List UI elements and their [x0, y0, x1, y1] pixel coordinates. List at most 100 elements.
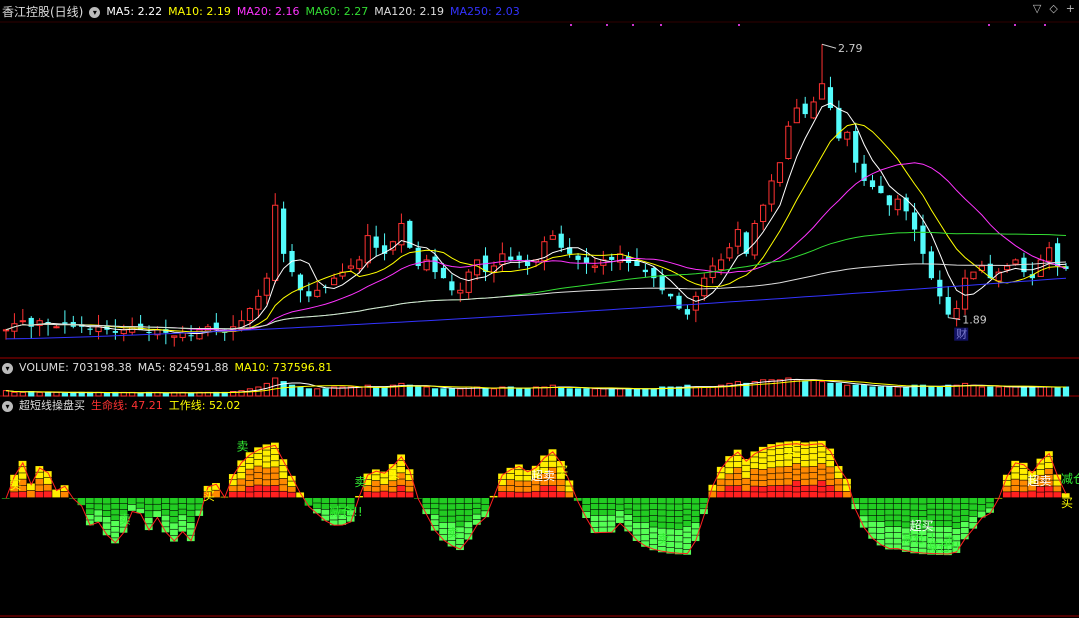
indicator-block [733, 473, 742, 480]
indicator-block [422, 498, 431, 503]
marker-dot [606, 24, 608, 26]
volume-bar [574, 388, 582, 397]
indicator-block [683, 532, 692, 538]
indicator-block [775, 485, 784, 492]
indicator-block [809, 472, 818, 479]
indicator-block [472, 508, 481, 514]
indicator-block [935, 515, 944, 521]
candle-body [642, 269, 648, 273]
indicator-block [935, 498, 944, 504]
indicator-block [977, 504, 986, 511]
indicator-block [464, 522, 473, 528]
indicator-block [944, 503, 952, 509]
indicator-block [590, 521, 599, 528]
candle-body [1012, 259, 1019, 265]
indicator-block [758, 486, 767, 492]
indicator-block [859, 504, 868, 510]
diamond-icon[interactable]: ◇ [1049, 2, 1057, 16]
candle-body [810, 101, 817, 119]
indicator-block [371, 475, 380, 481]
stock-chart[interactable]: 2.791.89财买卖买卖减仓!!卖买卖超卖买卖买超买减仓!!减仓!!卖超卖买减… [0, 0, 1079, 618]
marker-dot [1044, 24, 1046, 26]
candle-body [734, 229, 742, 247]
indicator-block [767, 492, 776, 498]
indicator-block [666, 522, 675, 529]
indicator-block [666, 498, 675, 504]
vol-ma10-value: MA10: 737596.81 [234, 361, 333, 374]
indicator-block [750, 480, 759, 486]
indicator-block [750, 468, 759, 475]
indicator-block [271, 454, 279, 461]
indicator-block [506, 479, 515, 486]
indicator-block [481, 504, 490, 511]
indicator-block [363, 491, 372, 498]
candle [339, 263, 346, 280]
indicator-block [1002, 492, 1011, 498]
ma120-legend: MA120: 2.19 [374, 5, 444, 18]
indicator-block [624, 503, 633, 509]
indicator-block [893, 521, 902, 527]
candle [709, 257, 716, 284]
indicator-block [27, 490, 35, 498]
indicator-block [868, 509, 877, 516]
indicator-block [944, 515, 952, 521]
indicator-block [531, 491, 540, 498]
indicator-block [733, 467, 742, 474]
indicator-block [801, 491, 809, 498]
candle-body [306, 291, 312, 297]
indicator-block [750, 486, 759, 492]
candle [625, 251, 632, 272]
indicator-block [85, 503, 94, 509]
signal-label: 卖 [657, 532, 669, 546]
indicator-block [683, 509, 692, 515]
indicator-block [161, 515, 170, 521]
plus-icon[interactable]: + [1066, 2, 1075, 16]
indicator-block [784, 466, 792, 473]
indicator-block [178, 520, 187, 526]
indicator-block [641, 522, 649, 529]
indicator-block [817, 446, 826, 452]
indicator-block [430, 509, 439, 515]
indicator-block [540, 485, 549, 492]
dropdown-icon[interactable]: ▾ [2, 400, 13, 412]
indicator-block [834, 478, 843, 485]
indicator-block [119, 527, 128, 533]
indicator-block [809, 479, 818, 485]
volume-bar [785, 377, 792, 397]
candle-body [853, 131, 859, 163]
indicator-block [262, 486, 271, 492]
volume-bar [1004, 386, 1011, 397]
candle-body [869, 180, 876, 188]
indicator-block [700, 498, 708, 503]
candle [171, 335, 178, 347]
indicator-block [716, 485, 725, 492]
indicator-block [506, 473, 515, 480]
indicator-block [557, 479, 565, 486]
indicator-block [422, 503, 431, 509]
volume-bar [431, 388, 439, 397]
candle [432, 248, 438, 279]
indicator-block [952, 516, 961, 523]
candle [19, 308, 26, 326]
candles [2, 44, 1069, 347]
indicator-block [557, 485, 565, 492]
collapse-icon[interactable]: ▽ [1033, 2, 1041, 16]
indicator-block [758, 452, 767, 458]
indicator-block [750, 457, 759, 463]
candle-body [583, 257, 590, 263]
dropdown-icon[interactable]: ▾ [89, 6, 101, 18]
indicator-block [826, 460, 835, 467]
indicator-block [371, 486, 380, 492]
indicator-block [944, 526, 952, 533]
indicator-block [279, 491, 288, 498]
indicator-block [910, 510, 919, 517]
indicator-block [254, 460, 262, 466]
indicator-block [111, 532, 119, 538]
indicator-block [1028, 491, 1036, 498]
dropdown-icon[interactable]: ▾ [2, 362, 13, 374]
indicator-block [834, 485, 843, 492]
indicator-block [321, 498, 330, 504]
indicator-block [826, 485, 835, 492]
candle [793, 98, 800, 124]
candle-body [776, 162, 784, 183]
